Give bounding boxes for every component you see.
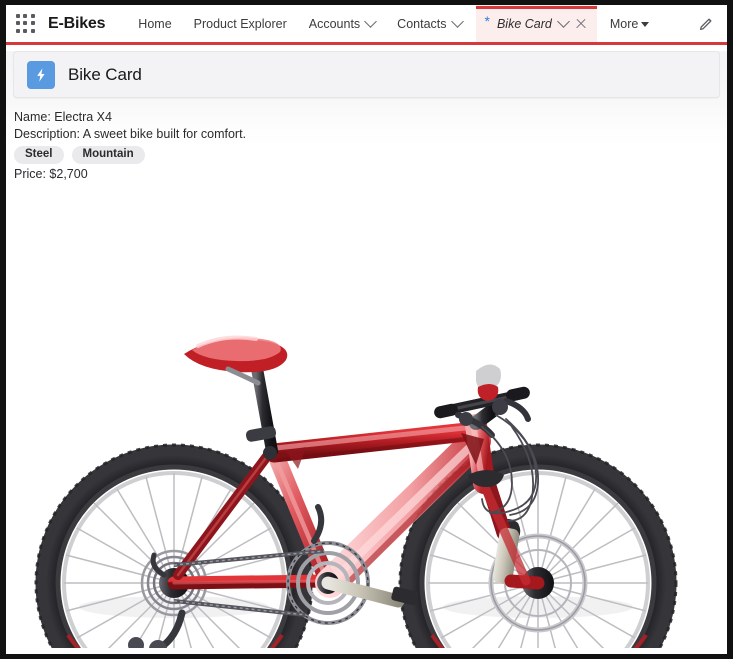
nav-item-more[interactable]: More <box>600 17 659 31</box>
pencil-icon[interactable] <box>698 16 714 32</box>
nav-item-home-label: Home <box>138 17 172 31</box>
bike-name-line: Name: Electra X4 <box>14 110 112 124</box>
bike-description-line: Description: A sweet bike built for comf… <box>14 127 247 141</box>
nav-item-contacts-label: Contacts <box>397 17 447 31</box>
chevron-down-icon[interactable] <box>364 14 378 28</box>
card-header-panel: Bike Card <box>13 51 720 98</box>
global-navigation-bar: E-Bikes Home Product Explorer Accounts C… <box>6 5 727 45</box>
page-body: Bike Card Name: Electra X4 Description: … <box>6 51 727 654</box>
nav-item-more-label: More <box>609 17 639 31</box>
lightning-bolt-icon <box>27 60 55 89</box>
nav-item-accounts[interactable]: Accounts <box>298 5 386 43</box>
nav-item-home[interactable]: Home <box>127 5 182 43</box>
chevron-down-icon[interactable] <box>450 14 464 28</box>
nav-item-product-explorer-label: Product Explorer <box>193 17 287 31</box>
bike-price-line: Price: $2,700 <box>14 167 88 181</box>
tab-bike-card-label: Bike Card <box>496 17 552 31</box>
card-title: Bike Card <box>68 64 142 84</box>
bike-image <box>6 183 727 648</box>
nav-item-accounts-label: Accounts <box>308 17 361 31</box>
screenshot-frame: E-Bikes Home Product Explorer Accounts C… <box>0 0 733 659</box>
nav-item-contacts[interactable]: Contacts <box>386 5 472 43</box>
chevron-down-icon[interactable] <box>556 14 570 28</box>
salesforce-app-window: E-Bikes Home Product Explorer Accounts C… <box>6 5 727 654</box>
caret-down-icon <box>641 21 650 27</box>
bike-details-block: Name: Electra X4 Description: A sweet bi… <box>6 98 727 183</box>
nav-item-product-explorer[interactable]: Product Explorer <box>183 5 298 43</box>
app-name-label[interactable]: E-Bikes <box>48 15 105 33</box>
app-launcher-waffle-icon[interactable] <box>16 14 36 34</box>
unsaved-changes-marker: * <box>484 13 490 29</box>
pill-category: Mountain <box>71 146 145 164</box>
close-icon[interactable] <box>575 18 587 30</box>
tab-bike-card[interactable]: * Bike Card <box>475 5 598 43</box>
bike-attribute-pills: Steel Mountain <box>14 146 727 164</box>
pill-material: Steel <box>14 146 64 164</box>
